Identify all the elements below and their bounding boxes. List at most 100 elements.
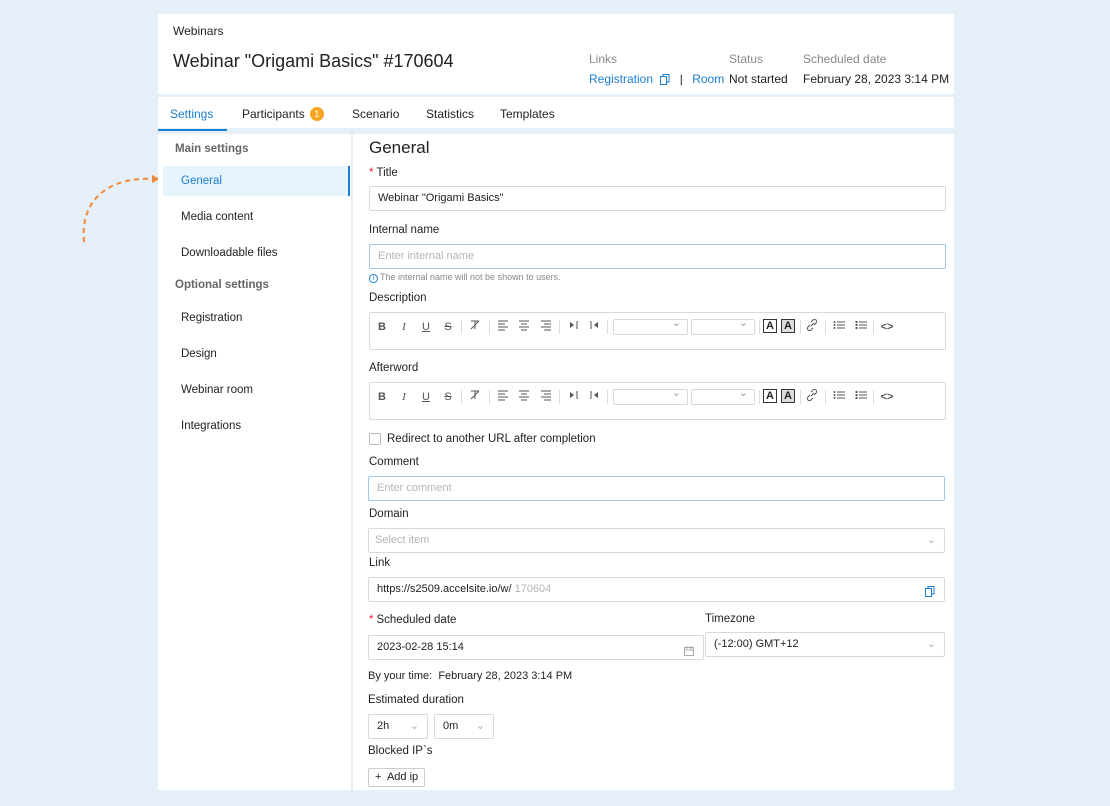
sidebar-item-general[interactable]: General bbox=[163, 166, 350, 196]
font-size-select[interactable] bbox=[691, 386, 755, 405]
align-right-icon[interactable] bbox=[539, 389, 553, 405]
link-label: Link bbox=[369, 557, 391, 569]
link-icon[interactable] bbox=[805, 318, 819, 335]
sidebar-item-registration[interactable]: Registration bbox=[163, 303, 350, 333]
links-label: Links bbox=[589, 52, 618, 66]
title-input[interactable]: Webinar "Origami Basics" bbox=[369, 186, 946, 211]
indent-icon[interactable] bbox=[566, 319, 580, 335]
calendar-icon[interactable] bbox=[684, 642, 694, 665]
toolbar-divider bbox=[800, 390, 801, 404]
indent-icon[interactable] bbox=[566, 389, 580, 405]
italic-icon[interactable]: I bbox=[398, 389, 410, 405]
source-code-icon[interactable]: <> bbox=[878, 319, 896, 335]
toolbar-divider bbox=[825, 390, 826, 404]
font-family-select[interactable] bbox=[613, 386, 688, 405]
your-time-row: By your time: February 28, 2023 3:14 PM bbox=[368, 670, 573, 682]
add-ip-button[interactable]: + Add ip bbox=[368, 768, 426, 787]
duration-label: Estimated duration bbox=[368, 694, 464, 706]
dashed-arrow-decoration bbox=[82, 175, 160, 243]
tab-templates[interactable]: Templates bbox=[488, 97, 567, 131]
bullet-list-icon[interactable] bbox=[854, 319, 868, 335]
scheduled-date-label: * Scheduled date bbox=[369, 614, 457, 626]
timezone-label: Timezone bbox=[705, 613, 756, 625]
title-label: * Title bbox=[369, 167, 398, 179]
domain-select[interactable]: Select item ⌄ bbox=[368, 528, 945, 553]
status-value: Not started bbox=[729, 72, 788, 86]
copy-icon[interactable] bbox=[660, 74, 670, 88]
tab-scenario[interactable]: Scenario bbox=[340, 97, 411, 131]
scheduled-date-value: February 28, 2023 3:14 PM bbox=[803, 72, 950, 86]
description-editor[interactable]: B I U S A A <> bbox=[369, 312, 946, 350]
tab-participants[interactable]: Participants 1 bbox=[230, 97, 336, 131]
comment-input[interactable]: Enter comment bbox=[368, 476, 945, 501]
bullet-list-icon[interactable] bbox=[854, 389, 868, 405]
domain-label: Domain bbox=[369, 508, 409, 520]
source-code-icon[interactable]: <> bbox=[878, 389, 896, 405]
toolbar-divider bbox=[800, 320, 801, 334]
scheduled-date-input[interactable]: 2023-02-28 15:14 bbox=[368, 635, 704, 660]
outdent-icon[interactable] bbox=[588, 389, 602, 405]
font-size-select[interactable] bbox=[691, 316, 755, 335]
room-link[interactable]: Room bbox=[692, 72, 724, 86]
toolbar-divider bbox=[759, 320, 760, 334]
registration-link[interactable]: Registration bbox=[589, 72, 653, 86]
bold-icon[interactable]: B bbox=[376, 319, 388, 335]
numbered-list-icon[interactable] bbox=[832, 389, 846, 405]
page-header: Webinars Webinar "Origami Basics" #17060… bbox=[158, 14, 954, 94]
afterword-editor[interactable]: B I U S A A <> bbox=[369, 382, 946, 420]
sidebar-item-integrations[interactable]: Integrations bbox=[163, 411, 350, 441]
background-color-icon[interactable]: A bbox=[781, 319, 795, 333]
tab-settings[interactable]: Settings bbox=[158, 97, 227, 131]
sidebar-item-downloadable-files[interactable]: Downloadable files bbox=[163, 238, 350, 268]
duration-hours-select[interactable]: 2h ⌄ bbox=[368, 714, 428, 739]
link-field[interactable]: https://s2509.accelsite.io/w/ 170604 bbox=[368, 577, 945, 602]
tab-statistics[interactable]: Statistics bbox=[414, 97, 486, 131]
chevron-down-icon: ⌄ bbox=[475, 720, 485, 732]
toolbar-divider bbox=[759, 390, 760, 404]
align-center-icon[interactable] bbox=[517, 319, 531, 335]
clear-format-icon[interactable] bbox=[468, 319, 482, 335]
align-right-icon[interactable] bbox=[539, 319, 553, 335]
toolbar-divider bbox=[873, 320, 874, 334]
tab-label: Participants bbox=[242, 107, 305, 121]
sidebar-group-optional: Optional settings bbox=[175, 279, 269, 291]
toolbar-divider bbox=[607, 390, 608, 404]
toolbar-divider bbox=[461, 390, 462, 404]
align-left-icon[interactable] bbox=[496, 389, 510, 405]
strikethrough-icon[interactable]: S bbox=[442, 319, 454, 335]
timezone-select[interactable]: (-12:00) GMT+12 ⌄ bbox=[705, 632, 945, 657]
align-center-icon[interactable] bbox=[517, 389, 531, 405]
font-color-icon[interactable]: A bbox=[763, 389, 777, 403]
sidebar-item-media-content[interactable]: Media content bbox=[163, 202, 350, 232]
toolbar-divider bbox=[489, 390, 490, 404]
duration-minutes-select[interactable]: 0m ⌄ bbox=[434, 714, 494, 739]
bold-icon[interactable]: B bbox=[376, 389, 388, 405]
numbered-list-icon[interactable] bbox=[832, 319, 846, 335]
toolbar-divider bbox=[607, 320, 608, 334]
align-left-icon[interactable] bbox=[496, 319, 510, 335]
background-color-icon[interactable]: A bbox=[781, 389, 795, 403]
underline-icon[interactable]: U bbox=[420, 389, 432, 405]
settings-sidebar: Main settings General Media content Down… bbox=[158, 134, 351, 790]
toolbar-divider bbox=[559, 320, 560, 334]
link-icon[interactable] bbox=[805, 388, 819, 405]
clear-format-icon[interactable] bbox=[468, 389, 482, 405]
font-color-icon[interactable]: A bbox=[763, 319, 777, 333]
breadcrumb[interactable]: Webinars bbox=[173, 24, 223, 38]
section-title: General bbox=[369, 138, 430, 157]
font-family-select[interactable] bbox=[613, 316, 688, 335]
underline-icon[interactable]: U bbox=[420, 319, 432, 335]
redirect-checkbox[interactable] bbox=[369, 433, 381, 445]
internal-name-input[interactable]: Enter internal name bbox=[369, 244, 946, 269]
strikethrough-icon[interactable]: S bbox=[442, 389, 454, 405]
sidebar-item-design[interactable]: Design bbox=[163, 339, 350, 369]
plus-icon: + bbox=[375, 771, 382, 783]
copy-icon[interactable] bbox=[925, 583, 935, 606]
toolbar-divider bbox=[825, 320, 826, 334]
redirect-label[interactable]: Redirect to another URL after completion bbox=[387, 433, 596, 445]
italic-icon[interactable]: I bbox=[398, 319, 410, 335]
internal-name-label: Internal name bbox=[369, 224, 440, 236]
general-settings-form: General * Title Webinar "Origami Basics" … bbox=[353, 134, 954, 790]
outdent-icon[interactable] bbox=[588, 319, 602, 335]
sidebar-item-webinar-room[interactable]: Webinar room bbox=[163, 375, 350, 405]
